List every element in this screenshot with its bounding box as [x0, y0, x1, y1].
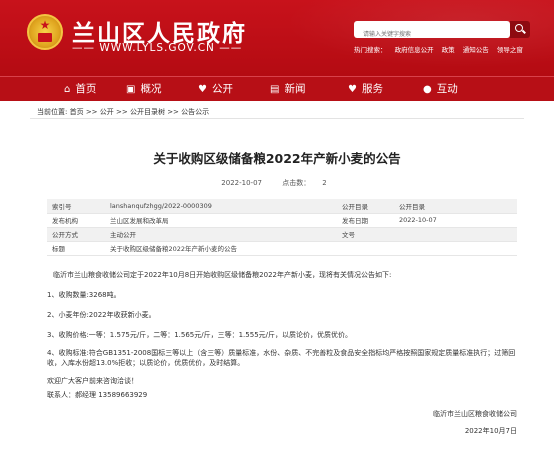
- nav-item-label: 公开: [211, 83, 233, 95]
- site-header: ★ 兰山区人民政府 —— WWW.LYLS.GOV.CN —— 热门搜索： 政府…: [0, 0, 554, 76]
- hot-search-label: 热门搜索：: [354, 46, 387, 54]
- search-button[interactable]: [510, 21, 530, 38]
- info-value: lanshanqufzhgg/2022-0000309: [105, 199, 337, 214]
- nav-item-news[interactable]: ▤ 新闻: [270, 77, 305, 102]
- main-nav: ⌂ 首页 ▣ 概况 ♥ 公开 ▤ 新闻 ♥ 服务 ● 互动: [0, 76, 554, 101]
- site-url: —— WWW.LYLS.GOV.CN ——: [72, 42, 243, 54]
- breadcrumb-link[interactable]: 首页: [70, 108, 84, 116]
- nav-item-public[interactable]: ♥ 公开: [198, 77, 233, 102]
- clicks-count: 2: [322, 179, 327, 187]
- public-icon: ♥: [198, 84, 207, 95]
- info-key: 文号: [337, 227, 394, 242]
- info-key: 公开方式: [47, 227, 105, 242]
- nav-item-label: 互动: [436, 83, 458, 95]
- nav-item-label: 首页: [75, 83, 97, 95]
- signature-org: 临沂市兰山区粮食收储公司: [433, 410, 517, 418]
- table-row: 索引号 lanshanqufzhgg/2022-0000309 公开目录 公开目…: [47, 199, 517, 214]
- nav-item-label: 服务: [361, 83, 383, 95]
- nav-item-overview[interactable]: ▣ 概况: [126, 77, 161, 102]
- breadcrumb-link[interactable]: 公开目录树: [130, 108, 165, 116]
- paragraph: 2、小麦年份:2022年收获新小麦。: [47, 311, 156, 319]
- breadcrumb-separator: >>: [83, 108, 100, 116]
- nav-item-service[interactable]: ♥ 服务: [348, 77, 383, 102]
- nav-item-interact[interactable]: ● 互动: [423, 77, 458, 102]
- info-value: 2022-10-07: [394, 213, 517, 228]
- table-row: 公开方式 主动公开 文号: [47, 227, 517, 242]
- info-value: 公开目录: [394, 199, 517, 214]
- news-icon: ▤: [270, 84, 280, 95]
- breadcrumb: 当前位置: 首页 >> 公开 >> 公开目录树 >> 公告公示: [37, 107, 209, 117]
- signature-date: 2022年10月7日: [464, 427, 517, 435]
- article-title: 关于收购区级储备粮2022年产新小麦的公告: [153, 151, 401, 166]
- nav-item-label: 概况: [140, 83, 162, 95]
- breadcrumb-link[interactable]: 公开: [100, 108, 114, 116]
- info-key: 发布机构: [47, 213, 105, 228]
- hot-search-item[interactable]: 通知公告: [463, 46, 489, 54]
- article-date: 2022-10-07: [221, 179, 262, 187]
- hot-search-item[interactable]: 政策: [442, 46, 455, 54]
- table-row: 标题 关于收购区级储备粮2022年产新小麦的公告: [47, 241, 517, 256]
- article-clicks: 点击数： 2: [276, 179, 332, 187]
- info-key: 发布日期: [337, 213, 394, 228]
- info-value: [394, 241, 517, 256]
- breadcrumb-prefix: 当前位置:: [37, 108, 68, 116]
- article-meta: 2022-10-07 点击数： 2: [0, 178, 554, 188]
- info-key: 公开目录: [337, 199, 394, 214]
- info-key: [337, 241, 394, 256]
- breadcrumb-divider: [30, 118, 524, 119]
- service-icon: ♥: [348, 84, 357, 95]
- nav-item-label: 新闻: [284, 83, 306, 95]
- search-input[interactable]: [354, 26, 484, 43]
- info-value: 主动公开: [105, 227, 337, 242]
- nav-item-home[interactable]: ⌂ 首页: [64, 77, 96, 102]
- table-row: 发布机构 兰山区发展和改革局 发布日期 2022-10-07: [47, 213, 517, 228]
- breadcrumb-link[interactable]: 公告公示: [181, 108, 209, 116]
- overview-icon: ▣: [126, 84, 136, 95]
- paragraph: 3、收购价格:一等：1.575元/斤，二等：1.565元/斤，三等：1.555元…: [47, 331, 353, 339]
- paragraph: 联系人：郝经理 13589663929: [47, 391, 148, 399]
- hot-search-row: 热门搜索： 政府信息公开 政策 通知公告 领导之窗: [354, 44, 529, 54]
- info-key: 索引号: [47, 199, 105, 214]
- paragraph: 4、收购标准:符合GB1351-2008国标三等以上（含三等）质量标准，水份、杂…: [47, 349, 516, 367]
- info-value: [394, 227, 517, 242]
- clicks-label: 点击数：: [282, 179, 311, 187]
- home-icon: ⌂: [64, 84, 71, 95]
- info-key: 标题: [47, 241, 105, 256]
- hot-search-item[interactable]: 领导之窗: [497, 46, 523, 54]
- info-value: 关于收购区级储备粮2022年产新小麦的公告: [105, 241, 337, 256]
- breadcrumb-separator: >>: [113, 108, 130, 116]
- hot-search-item[interactable]: 政府信息公开: [395, 46, 434, 54]
- paragraph: 临沂市兰山粮食收储公司定于2022年10月8日开始收购区级储备粮2022年产新小…: [53, 271, 392, 279]
- article-info-table: 索引号 lanshanqufzhgg/2022-0000309 公开目录 公开目…: [47, 199, 517, 256]
- national-emblem-icon: ★: [27, 14, 63, 50]
- paragraph: 欢迎广大客户前来咨询洽谈！: [47, 377, 138, 385]
- paragraph: 1、收购数量:3268吨。: [47, 291, 121, 299]
- search-box: [354, 21, 510, 43]
- breadcrumb-separator: >>: [164, 108, 182, 116]
- info-value: 兰山区发展和改革局: [105, 213, 337, 228]
- interact-icon: ●: [423, 84, 432, 95]
